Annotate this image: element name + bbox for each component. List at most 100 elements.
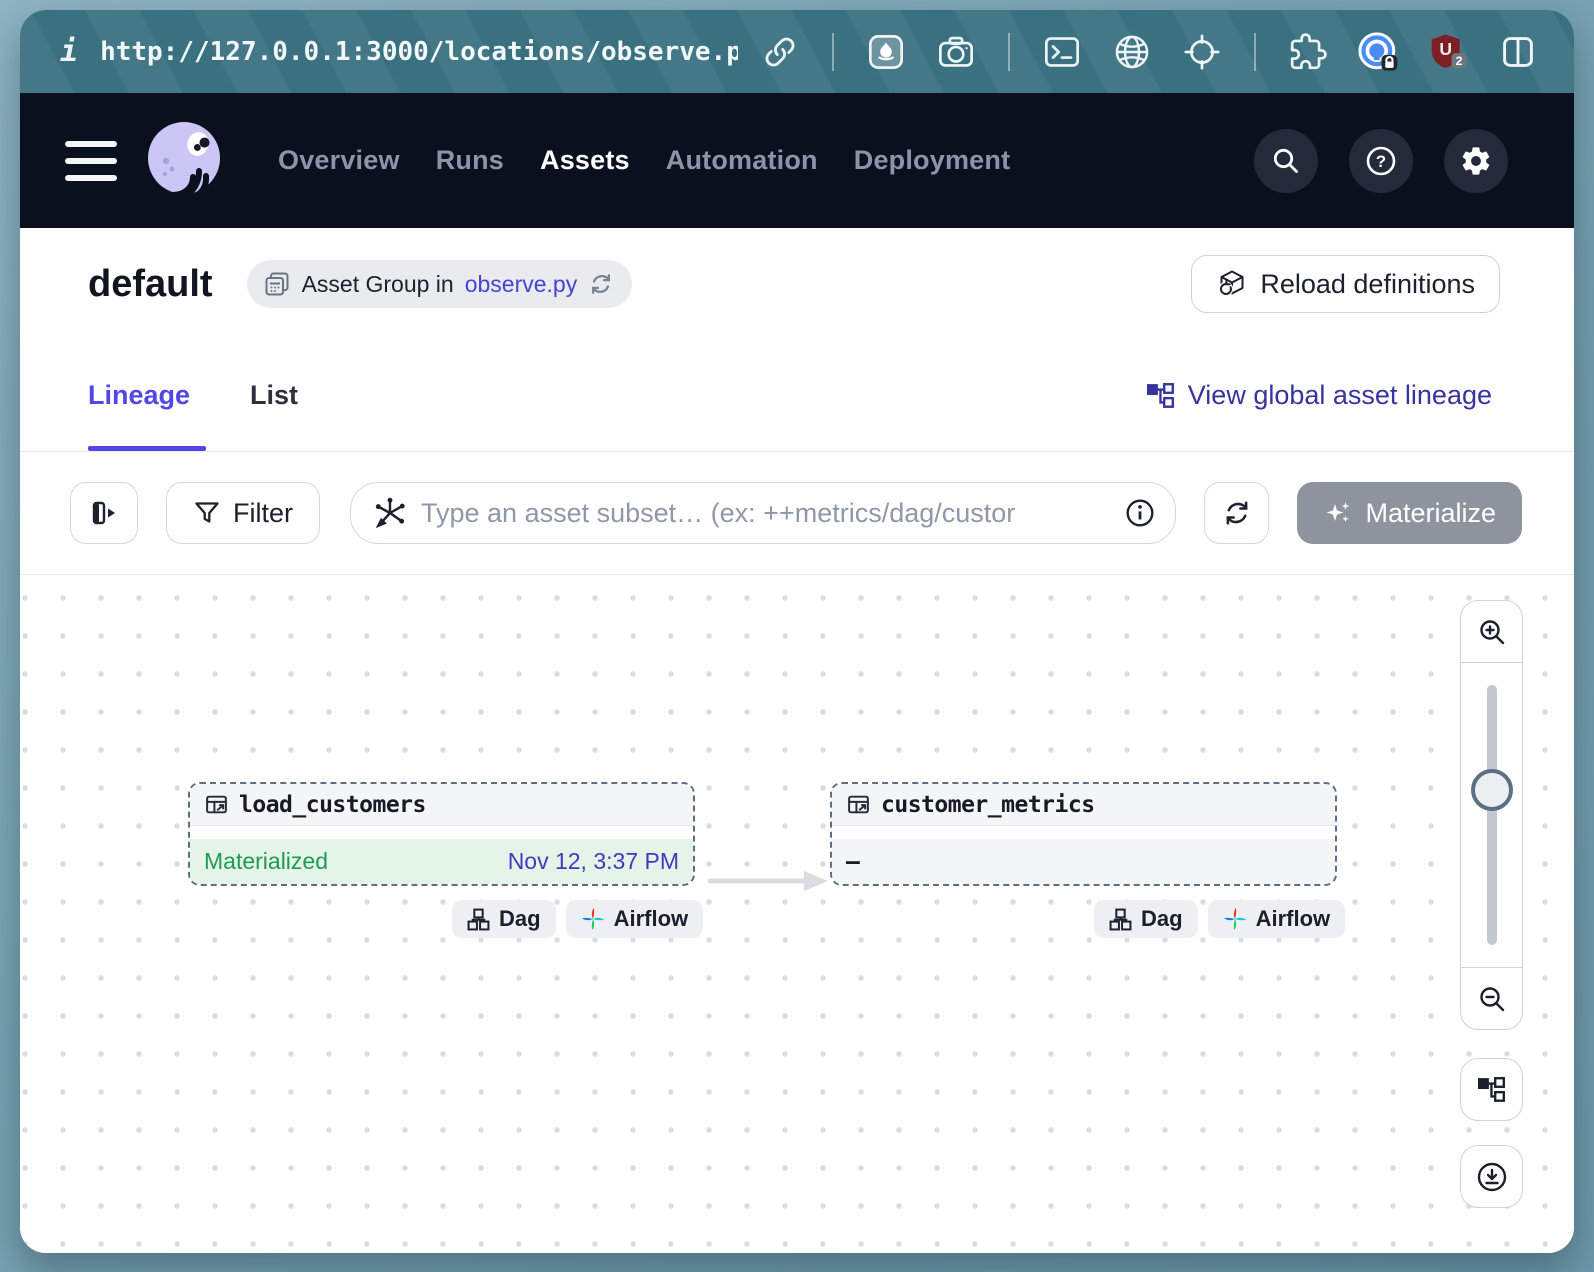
screenshot-camera-icon[interactable] <box>928 24 984 80</box>
asset-node-load-customers[interactable]: load_customers Materialized Nov 12, 3:37… <box>188 782 695 886</box>
info-icon[interactable] <box>1125 498 1155 528</box>
filter-button[interactable]: Filter <box>166 482 320 544</box>
browser-toolbar: i http://127.0.0.1:3000/locations/observ… <box>20 10 1574 93</box>
page-info-icon[interactable]: i <box>60 34 78 69</box>
filter-label: Filter <box>233 498 293 529</box>
tag-dag-label: Dag <box>499 906 541 932</box>
tag-dag[interactable]: Dag <box>452 900 556 938</box>
shield-blocker-icon[interactable]: U 2 <box>1420 24 1476 80</box>
materialize-button[interactable]: Materialize <box>1297 482 1522 544</box>
code-location-icon <box>263 270 291 298</box>
tab-lineage[interactable]: Lineage <box>88 380 190 411</box>
help-icon: ? <box>1363 143 1399 179</box>
badge-refresh-icon[interactable] <box>588 271 614 297</box>
zoom-slider-track[interactable] <box>1487 685 1497 945</box>
puzzle-extensions-icon[interactable] <box>1280 24 1336 80</box>
nav-links: Overview Runs Assets Automation Deployme… <box>278 145 1010 176</box>
asset-name: load_customers <box>239 792 426 818</box>
airflow-logo-icon <box>581 907 605 931</box>
search-button[interactable] <box>1254 129 1318 193</box>
tag-dag-label: Dag <box>1141 906 1183 932</box>
target-crosshair-icon[interactable] <box>1174 24 1230 80</box>
view-global-lineage-link[interactable]: View global asset lineage <box>1146 380 1492 411</box>
asset-group-badge-text: Asset Group in <box>302 271 454 298</box>
help-button[interactable]: ? <box>1349 129 1413 193</box>
address-bar[interactable]: http://127.0.0.1:3000/locations/observe.… <box>100 37 738 67</box>
tab-list[interactable]: List <box>250 380 298 411</box>
code-location-link[interactable]: observe.py <box>465 271 578 298</box>
asset-group-badge: Asset Group in observe.py <box>247 260 633 308</box>
asset-name: customer_metrics <box>881 792 1095 818</box>
reload-definitions-button[interactable]: Reload definitions <box>1191 255 1500 313</box>
zoom-out-button[interactable] <box>1461 967 1522 1029</box>
page-content: default Asset Group in observe.py <box>20 228 1574 1253</box>
asset-subset-input[interactable] <box>421 498 1111 529</box>
asset-status-row: Materialized Nov 12, 3:37 PM <box>190 839 693 884</box>
password-manager-icon[interactable] <box>1350 24 1406 80</box>
airflow-logo-icon <box>1223 907 1247 931</box>
nav-item-runs[interactable]: Runs <box>436 145 504 176</box>
tag-airflow-label: Airflow <box>614 906 689 932</box>
never-materialized-dash: – <box>846 849 860 875</box>
open-side-panel-button[interactable] <box>70 482 138 544</box>
op-selector-icon <box>373 496 407 530</box>
zoom-slider-thumb[interactable] <box>1471 769 1513 811</box>
reload-cube-icon <box>1216 268 1248 300</box>
asset-tags-load-customers: Dag Airflow <box>452 900 703 938</box>
lineage-graph-icon <box>1146 381 1176 411</box>
lineage-edge-arrow <box>708 869 830 893</box>
asset-tags-customer-metrics: Dag Airflow <box>1094 900 1345 938</box>
browser-window: i http://127.0.0.1:3000/locations/observ… <box>20 10 1574 1253</box>
asset-node-header: load_customers <box>190 784 693 826</box>
active-tab-underline <box>88 446 206 451</box>
tabs-row: Lineage List View global asset lineage <box>20 340 1574 452</box>
zoom-in-button[interactable] <box>1461 601 1522 663</box>
refresh-icon <box>1222 498 1252 528</box>
refresh-graph-button[interactable] <box>1204 482 1269 544</box>
fit-graph-button[interactable] <box>1460 1058 1523 1121</box>
download-image-button[interactable] <box>1460 1145 1523 1208</box>
nav-actions: ? <box>1254 129 1508 193</box>
zoom-slider[interactable] <box>1461 663 1522 967</box>
view-global-lineage-label: View global asset lineage <box>1188 380 1492 411</box>
lineage-canvas[interactable]: load_customers Materialized Nov 12, 3:37… <box>20 575 1574 1253</box>
zoom-panel <box>1460 600 1523 1030</box>
toolbar-divider <box>832 33 834 71</box>
materialize-label: Materialize <box>1365 498 1496 529</box>
asset-status-row: – <box>832 839 1335 884</box>
nav-item-overview[interactable]: Overview <box>278 145 400 176</box>
dag-icon <box>467 908 490 931</box>
copy-link-icon[interactable] <box>752 24 808 80</box>
lineage-graph-icon <box>1477 1075 1507 1105</box>
asset-node-header: customer_metrics <box>832 784 1335 826</box>
sparkles-icon <box>1323 498 1353 528</box>
nav-item-assets[interactable]: Assets <box>540 145 630 176</box>
dag-icon <box>1109 908 1132 931</box>
materialized-status: Materialized <box>204 848 328 875</box>
tag-airflow[interactable]: Airflow <box>1208 900 1346 938</box>
terminal-icon[interactable] <box>1034 24 1090 80</box>
tag-dag[interactable]: Dag <box>1094 900 1198 938</box>
app-navbar: Overview Runs Assets Automation Deployme… <box>20 93 1574 228</box>
tag-airflow[interactable]: Airflow <box>566 900 704 938</box>
nav-item-deployment[interactable]: Deployment <box>854 145 1011 176</box>
gear-icon <box>1459 144 1493 178</box>
extension-flower-icon[interactable] <box>858 24 914 80</box>
materialization-timestamp: Nov 12, 3:37 PM <box>508 848 679 875</box>
download-icon <box>1475 1160 1509 1194</box>
svg-text:2: 2 <box>1456 53 1463 67</box>
lineage-toolbar: Filter <box>20 452 1574 575</box>
dagster-logo[interactable] <box>143 119 227 203</box>
nav-item-automation[interactable]: Automation <box>666 145 818 176</box>
globe-icon[interactable] <box>1104 24 1160 80</box>
menu-hamburger-icon[interactable] <box>65 141 117 181</box>
zoom-in-icon <box>1476 616 1508 648</box>
svg-text:U: U <box>1439 38 1452 58</box>
settings-button[interactable] <box>1444 129 1508 193</box>
split-view-icon[interactable] <box>1490 24 1546 80</box>
search-icon <box>1269 144 1303 178</box>
asset-node-customer-metrics[interactable]: customer_metrics – <box>830 782 1337 886</box>
toolbar-divider <box>1008 33 1010 71</box>
toolbar-divider <box>1254 33 1256 71</box>
filter-funnel-icon <box>193 499 221 527</box>
